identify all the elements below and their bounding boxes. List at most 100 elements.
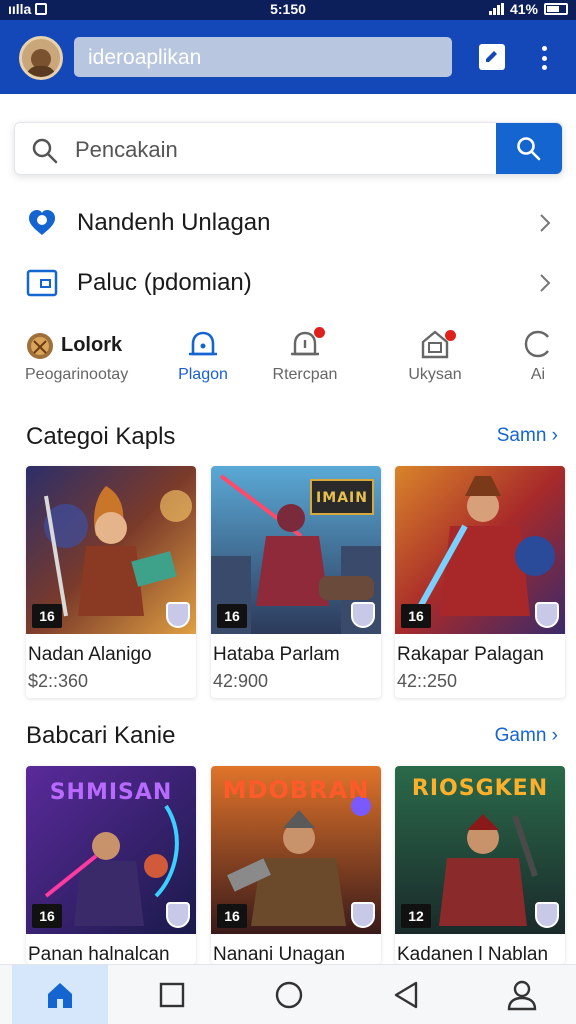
edit-icon (486, 51, 497, 62)
game-logo-text: IMAIN (316, 490, 368, 506)
search-placeholder: Pencakain (75, 137, 178, 162)
tab-rtercpan[interactable]: Rtercpan (240, 327, 370, 388)
nav-profile[interactable] (474, 965, 570, 1024)
bell-icon (189, 331, 217, 356)
game-art: MDOBRAN 16 (211, 766, 381, 934)
avatar-icon (27, 333, 53, 359)
location-heart-icon (29, 210, 55, 235)
tab-label: Peogarinootay (25, 366, 129, 383)
age-rating-badge: 16 (32, 904, 62, 928)
more-dot-icon (541, 46, 547, 51)
back-triangle-icon (394, 981, 418, 1009)
shield-icon (166, 602, 190, 628)
menu-row-2[interactable]: Paluc (pdomian) (0, 256, 576, 310)
game-card[interactable]: SHMISAN 16 Panan halnalcan (26, 766, 196, 964)
search-button[interactable] (496, 123, 562, 174)
tab-ai[interactable]: Ai (500, 328, 576, 388)
game-name: Panan halnalcan (28, 944, 170, 964)
tab-label: Rtercpan (272, 366, 338, 383)
game-art: RIOSGKEN 12 (395, 766, 565, 934)
app-header: ıılla 5:150 41% ideroaplikan (0, 0, 576, 94)
game-price: $2::360 (28, 671, 89, 691)
game-card[interactable]: MDOBRAN 16 Nanani Unagan (211, 766, 381, 964)
game-art: 16 (26, 466, 196, 634)
app-title-input[interactable]: ideroaplikan (74, 37, 452, 77)
home-icon (48, 983, 72, 1008)
status-bar: ıılla 5:150 41% (0, 0, 576, 20)
user-avatar[interactable] (19, 36, 63, 80)
game-logo-text: SHMISAN (49, 780, 173, 805)
app-screen: ıılla 5:150 41% ideroaplikan Pencakain N… (0, 0, 576, 1024)
section1-link-label: Samn (496, 425, 547, 446)
search-bar[interactable]: Pencakain (14, 122, 563, 175)
shield-icon (535, 602, 559, 628)
section2-see-all-link[interactable]: Gamn › (495, 725, 558, 747)
nav-home-circle[interactable] (241, 965, 337, 1024)
section2-link-label: Gamn (494, 725, 547, 746)
game-logo-text: RIOSGKEN (411, 776, 549, 801)
section1-title: Categoi Kapls (26, 423, 176, 450)
nav-recents[interactable] (124, 965, 220, 1024)
game-name: Nanani Unagan (213, 944, 346, 964)
game-art: 16 (395, 466, 565, 634)
tab-label: Ukysan (408, 366, 462, 383)
chevron-right-icon (540, 214, 551, 232)
notification-badge (314, 327, 325, 338)
more-options-button[interactable] (532, 44, 556, 72)
menu-row-label: Nandenh Unlagan (77, 209, 271, 236)
chevron-right-icon (540, 274, 551, 292)
wallet-icon (26, 269, 58, 297)
game-card[interactable]: IMAIN 16 Hataba Parlam 42:900 (211, 466, 381, 698)
battery-icon (544, 3, 568, 15)
notification-badge (445, 330, 456, 341)
age-rating-badge: 12 (401, 904, 431, 928)
bottom-navigation (0, 964, 576, 1024)
more-dot-icon (541, 55, 547, 61)
more-dot-icon (541, 65, 547, 70)
menu-row-label: Paluc (pdomian) (77, 269, 252, 296)
search-icon (32, 138, 58, 164)
search-button-icon (517, 137, 541, 161)
game-price: 42::250 (397, 671, 458, 691)
tab-icon-wrap (417, 328, 456, 360)
game-card[interactable]: RIOSGKEN 12 Kadanen l Nablan (395, 766, 565, 964)
section2-title: Babcari Kanie (26, 722, 176, 749)
game-logo-text: MDOBRAN (222, 776, 370, 804)
refresh-icon (524, 330, 549, 358)
game-price: 42:900 (213, 671, 269, 691)
shield-icon (166, 902, 190, 928)
shield-icon (351, 902, 375, 928)
game-name: Rakapar Palagan (397, 644, 544, 665)
game-art: IMAIN 16 (211, 466, 381, 634)
avatar-shoulders (26, 66, 56, 77)
circle-icon (275, 981, 303, 1009)
tab-label: Ai (530, 366, 546, 383)
shield-icon (535, 902, 559, 928)
tab-profile-title: Lolork (61, 334, 123, 356)
edit-button[interactable] (479, 44, 505, 70)
signal-icon (488, 3, 504, 15)
nav-home[interactable] (12, 965, 108, 1024)
tab-profile[interactable]: Lolork Peogarinootay (14, 328, 138, 388)
status-right: 41% (488, 1, 568, 17)
profile-icon (507, 980, 537, 1011)
tab-ukysan[interactable]: Ukysan (370, 328, 500, 388)
menu-row-1[interactable]: Nandenh Unlagan (0, 196, 576, 250)
square-icon (159, 982, 185, 1008)
game-name: Nadan Alanigo (28, 644, 152, 665)
tab-profile-header: Lolork (14, 328, 138, 360)
age-rating-badge: 16 (217, 604, 247, 628)
age-rating-badge: 16 (217, 904, 247, 928)
shield-icon (351, 602, 375, 628)
battery-text: 41% (509, 1, 538, 17)
age-rating-badge: 16 (32, 604, 62, 628)
category-tabs: Lolork Peogarinootay Plagon Rtercpan Uky… (0, 327, 576, 388)
game-name: Kadanen l Nablan (397, 944, 549, 964)
game-card[interactable]: 16 Nadan Alanigo $2::360 (26, 466, 196, 698)
tab-icon-wrap (287, 327, 325, 360)
game-card[interactable]: 16 Rakapar Palagan 42::250 (395, 466, 565, 698)
age-rating-badge: 16 (401, 604, 431, 628)
section1-see-all-link[interactable]: Samn › (497, 425, 558, 447)
game-art: SHMISAN 16 (26, 766, 196, 934)
nav-back[interactable] (358, 965, 454, 1024)
